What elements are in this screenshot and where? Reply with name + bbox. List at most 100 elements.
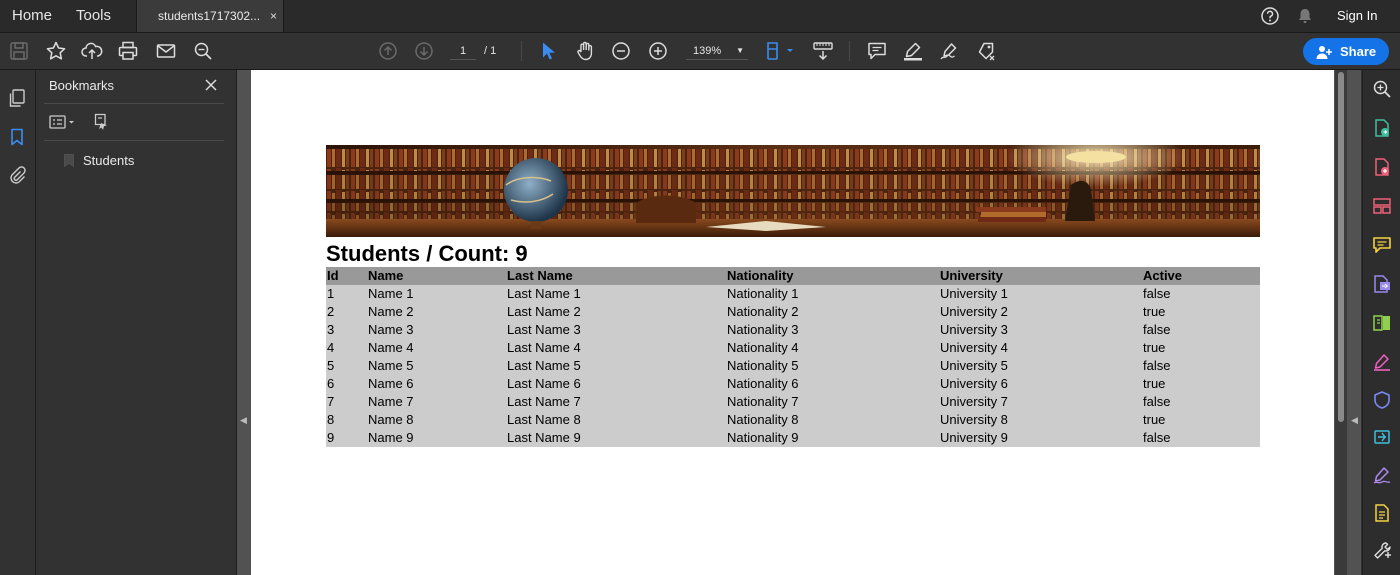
document-title: Students / Count: 9 <box>326 241 528 266</box>
table-cell: Name 9 <box>367 429 506 447</box>
bookmarks-panel: Bookmarks Students <box>36 70 237 575</box>
table-cell: Name 5 <box>367 357 506 375</box>
combine-files-icon[interactable] <box>1372 274 1392 294</box>
column-header: Name <box>367 267 506 285</box>
more-tools-icon[interactable] <box>1372 541 1392 561</box>
scan-enhance-icon[interactable] <box>1372 503 1392 523</box>
table-cell: 4 <box>326 339 367 357</box>
table-cell: Last Name 6 <box>506 375 726 393</box>
organize-pages-icon[interactable] <box>1372 196 1392 216</box>
table-cell: false <box>1142 321 1260 339</box>
collapse-left-panel-icon[interactable]: ◀ <box>240 415 247 426</box>
protect-shield-icon[interactable] <box>1372 390 1392 410</box>
tab-close-icon[interactable]: × <box>270 0 277 32</box>
table-cell: Nationality 6 <box>726 375 939 393</box>
table-cell: Name 8 <box>367 411 506 429</box>
zoom-dropdown[interactable]: 139% ▼ <box>686 43 748 60</box>
table-cell: 7 <box>326 393 367 411</box>
comment-tool-icon[interactable] <box>1372 235 1392 255</box>
draw-signature-icon[interactable] <box>939 40 961 62</box>
select-cursor-icon[interactable] <box>537 40 559 62</box>
edit-pdf-icon[interactable] <box>1372 313 1392 333</box>
document-tab[interactable]: students1717302... × <box>136 0 284 32</box>
table-cell: Nationality 7 <box>726 393 939 411</box>
page-up-icon[interactable] <box>377 40 399 62</box>
add-person-icon <box>1316 44 1332 60</box>
create-pdf-icon[interactable] <box>1372 157 1392 177</box>
table-cell: 6 <box>326 375 367 393</box>
notifications-bell-icon[interactable] <box>1295 6 1315 26</box>
table-cell: Last Name 5 <box>506 357 726 375</box>
page-thumbnails-icon[interactable] <box>7 88 27 108</box>
column-header: University <box>939 267 1142 285</box>
table-cell: Name 7 <box>367 393 506 411</box>
table-cell: Last Name 2 <box>506 303 726 321</box>
table-cell: University 3 <box>939 321 1142 339</box>
fit-page-icon[interactable] <box>764 40 796 62</box>
chevron-down-icon: ▼ <box>736 46 744 55</box>
table-row: 9 Name 9 Last Name 9 Nationality 9 Universit… <box>326 429 1260 447</box>
table-row: 5 Name 5 Last Name 5 Nationality 5 Universit… <box>326 357 1260 375</box>
save-icon[interactable] <box>8 40 30 62</box>
zoom-out-icon[interactable] <box>610 40 632 62</box>
print-icon[interactable] <box>117 40 139 62</box>
export-pdf-icon[interactable] <box>1372 118 1392 138</box>
bookmark-icon <box>64 154 74 167</box>
find-text-icon[interactable] <box>192 40 214 62</box>
highlight-pen-icon[interactable] <box>902 40 924 62</box>
search-zoom-icon[interactable] <box>1372 79 1392 99</box>
collapse-right-panel-icon[interactable]: ◀ <box>1351 415 1358 426</box>
bookmark-label: Students <box>83 153 135 168</box>
upload-cloud-icon[interactable] <box>81 40 103 62</box>
comment-icon[interactable] <box>866 40 888 62</box>
table-row: 3 Name 3 Last Name 3 Nationality 3 Universit… <box>326 321 1260 339</box>
stamp-tag-icon[interactable] <box>976 40 998 62</box>
table-cell: 8 <box>326 411 367 429</box>
table-row: 8 Name 8 Last Name 8 Nationality 8 Universit… <box>326 411 1260 429</box>
star-icon[interactable] <box>45 40 67 62</box>
sign-in-link[interactable]: Sign In <box>1337 0 1377 32</box>
bookmark-panel-icon[interactable] <box>7 127 27 147</box>
table-cell: Name 1 <box>367 285 506 303</box>
panel-divider <box>44 140 224 141</box>
mail-icon[interactable] <box>155 40 177 62</box>
bookmark-options-icon[interactable] <box>49 113 79 131</box>
table-cell: Nationality 5 <box>726 357 939 375</box>
tab-title: students1717302... <box>158 9 261 23</box>
scroll-mode-icon[interactable] <box>812 40 834 62</box>
table-cell: 3 <box>326 321 367 339</box>
table-cell: Name 4 <box>367 339 506 357</box>
help-icon[interactable] <box>1260 6 1280 26</box>
home-nav[interactable]: Home <box>12 0 52 32</box>
scrollbar-thumb[interactable] <box>1338 72 1344 422</box>
new-bookmark-icon[interactable] <box>93 113 111 131</box>
table-cell: false <box>1142 393 1260 411</box>
table-cell: Last Name 9 <box>506 429 726 447</box>
main-toolbar: 1 / 1 139% ▼ <box>0 33 1400 70</box>
request-signature-icon[interactable] <box>1372 465 1392 485</box>
table-cell: false <box>1142 285 1260 303</box>
table-cell: University 2 <box>939 303 1142 321</box>
zoom-in-icon[interactable] <box>647 40 669 62</box>
table-row: 7 Name 7 Last Name 7 Nationality 7 Universit… <box>326 393 1260 411</box>
table-row: 6 Name 6 Last Name 6 Nationality 6 Universit… <box>326 375 1260 393</box>
table-cell: true <box>1142 375 1260 393</box>
hand-tool-icon[interactable] <box>574 40 596 62</box>
table-cell: Name 2 <box>367 303 506 321</box>
table-cell: University 9 <box>939 429 1142 447</box>
send-review-icon[interactable] <box>1372 427 1392 447</box>
table-cell: Last Name 8 <box>506 411 726 429</box>
page-number-input[interactable]: 1 <box>450 43 476 60</box>
table-cell: 2 <box>326 303 367 321</box>
fill-sign-icon[interactable] <box>1372 352 1392 372</box>
close-icon[interactable] <box>203 77 219 93</box>
attachment-paperclip-icon[interactable] <box>7 165 27 185</box>
library-banner-image <box>326 145 1260 237</box>
table-cell: true <box>1142 339 1260 357</box>
table-cell: Name 3 <box>367 321 506 339</box>
page-down-icon[interactable] <box>413 40 435 62</box>
tools-nav[interactable]: Tools <box>76 0 111 32</box>
bookmarks-title: Bookmarks <box>49 78 115 93</box>
table-cell: false <box>1142 429 1260 447</box>
share-button[interactable]: Share <box>1303 38 1389 65</box>
